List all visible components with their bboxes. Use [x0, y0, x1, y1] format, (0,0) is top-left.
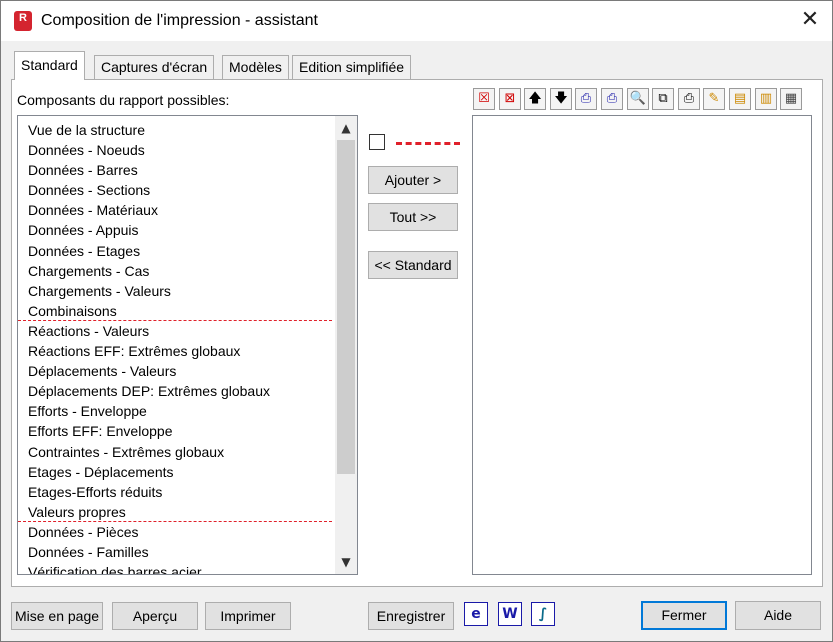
help-button[interactable]: Aide: [735, 601, 821, 630]
list-item[interactable]: Données - Noeuds: [18, 140, 332, 160]
list-item[interactable]: Données - Sections: [18, 180, 332, 200]
footer-icon[interactable]: ▥: [755, 88, 777, 110]
robot-app-icon: R: [14, 11, 32, 31]
available-components-label: Composants du rapport possibles:: [17, 92, 230, 108]
tab-standard[interactable]: Standard: [14, 51, 85, 80]
add-all-button[interactable]: Tout >>: [368, 203, 458, 231]
delete-icon[interactable]: ☒: [473, 88, 495, 110]
printer-icon[interactable]: ⎙: [678, 88, 700, 110]
list-item[interactable]: Vérification des barres acier: [18, 562, 332, 574]
list-item[interactable]: Données - Barres: [18, 160, 332, 180]
tab-screen-captures[interactable]: Captures d'écran: [94, 55, 215, 79]
print-button[interactable]: Imprimer: [205, 602, 291, 630]
save-button[interactable]: Enregistrer: [368, 602, 454, 630]
scroll-thumb[interactable]: [337, 140, 355, 474]
list-item[interactable]: Déplacements - Valeurs: [18, 361, 332, 381]
separator-checkbox[interactable]: [369, 134, 385, 150]
move-up-icon[interactable]: 🡅: [524, 88, 546, 110]
report-components-list[interactable]: [472, 115, 812, 575]
separator-line-sample: [396, 142, 460, 145]
page-setup-button[interactable]: Mise en page: [11, 602, 103, 630]
print-composition-window: R Composition de l'impression - assistan…: [0, 0, 833, 642]
available-components-items: Vue de la structure Données - Noeuds Donné…: [18, 120, 332, 574]
list-scrollbar[interactable]: ▲ ▼: [335, 116, 357, 574]
tab-templates[interactable]: Modèles: [222, 55, 289, 79]
edit-icon[interactable]: ✎: [703, 88, 725, 110]
list-item[interactable]: Etages - Déplacements: [18, 462, 332, 482]
list-item[interactable]: Déplacements DEP: Extrêmes globaux: [18, 381, 332, 401]
list-item[interactable]: Etages-Efforts réduits: [18, 482, 332, 502]
list-item[interactable]: Données - Appuis: [18, 220, 332, 240]
move-down-icon[interactable]: 🡇: [550, 88, 572, 110]
available-components-list[interactable]: Vue de la structure Données - Noeuds Donné…: [17, 115, 358, 575]
word-export-icon[interactable]: W: [498, 602, 522, 626]
print-remove-icon[interactable]: ⎙: [601, 88, 623, 110]
close-button[interactable]: Fermer: [641, 601, 727, 630]
list-item[interactable]: Contraintes - Extrêmes globaux: [18, 442, 332, 462]
list-item[interactable]: Chargements - Valeurs: [18, 281, 332, 301]
close-icon[interactable]: ✕: [798, 9, 822, 33]
list-item[interactable]: Chargements - Cas: [18, 261, 332, 281]
add-button[interactable]: Ajouter >: [368, 166, 458, 194]
header-icon[interactable]: ▤: [729, 88, 751, 110]
list-item[interactable]: Vue de la structure: [18, 120, 332, 140]
scroll-down-icon[interactable]: ▼: [335, 552, 357, 572]
preview-button[interactable]: Aperçu: [112, 602, 198, 630]
preview-icon[interactable]: 🔍: [627, 88, 649, 110]
print-selected-icon[interactable]: ⎙: [575, 88, 597, 110]
list-item[interactable]: Valeurs propres: [18, 502, 332, 522]
list-item[interactable]: Données - Familles: [18, 542, 332, 562]
list-item[interactable]: Données - Pièces: [18, 522, 332, 542]
window-title: Composition de l'impression - assistant: [41, 12, 318, 29]
excel-export-icon[interactable]: ∫: [531, 602, 555, 626]
tab-simplified-edit[interactable]: Edition simplifiée: [292, 55, 412, 79]
scroll-up-icon[interactable]: ▲: [335, 118, 357, 138]
html-export-icon[interactable]: e: [464, 602, 488, 626]
delete-all-icon[interactable]: ⊠: [499, 88, 521, 110]
list-item[interactable]: Données - Matériaux: [18, 200, 332, 220]
list-item[interactable]: Réactions - Valeurs: [18, 321, 332, 341]
standard-button[interactable]: << Standard: [368, 251, 458, 279]
page-icon[interactable]: ▦: [780, 88, 802, 110]
title-bar: R Composition de l'impression - assistan…: [1, 1, 832, 41]
page-setup-icon[interactable]: ⧉: [652, 88, 674, 110]
list-item[interactable]: Combinaisons: [18, 301, 332, 321]
list-item[interactable]: Efforts - Enveloppe: [18, 401, 332, 421]
list-item[interactable]: Réactions EFF: Extrêmes globaux: [18, 341, 332, 361]
list-item[interactable]: Efforts EFF: Enveloppe: [18, 421, 332, 441]
list-item[interactable]: Données - Etages: [18, 241, 332, 261]
